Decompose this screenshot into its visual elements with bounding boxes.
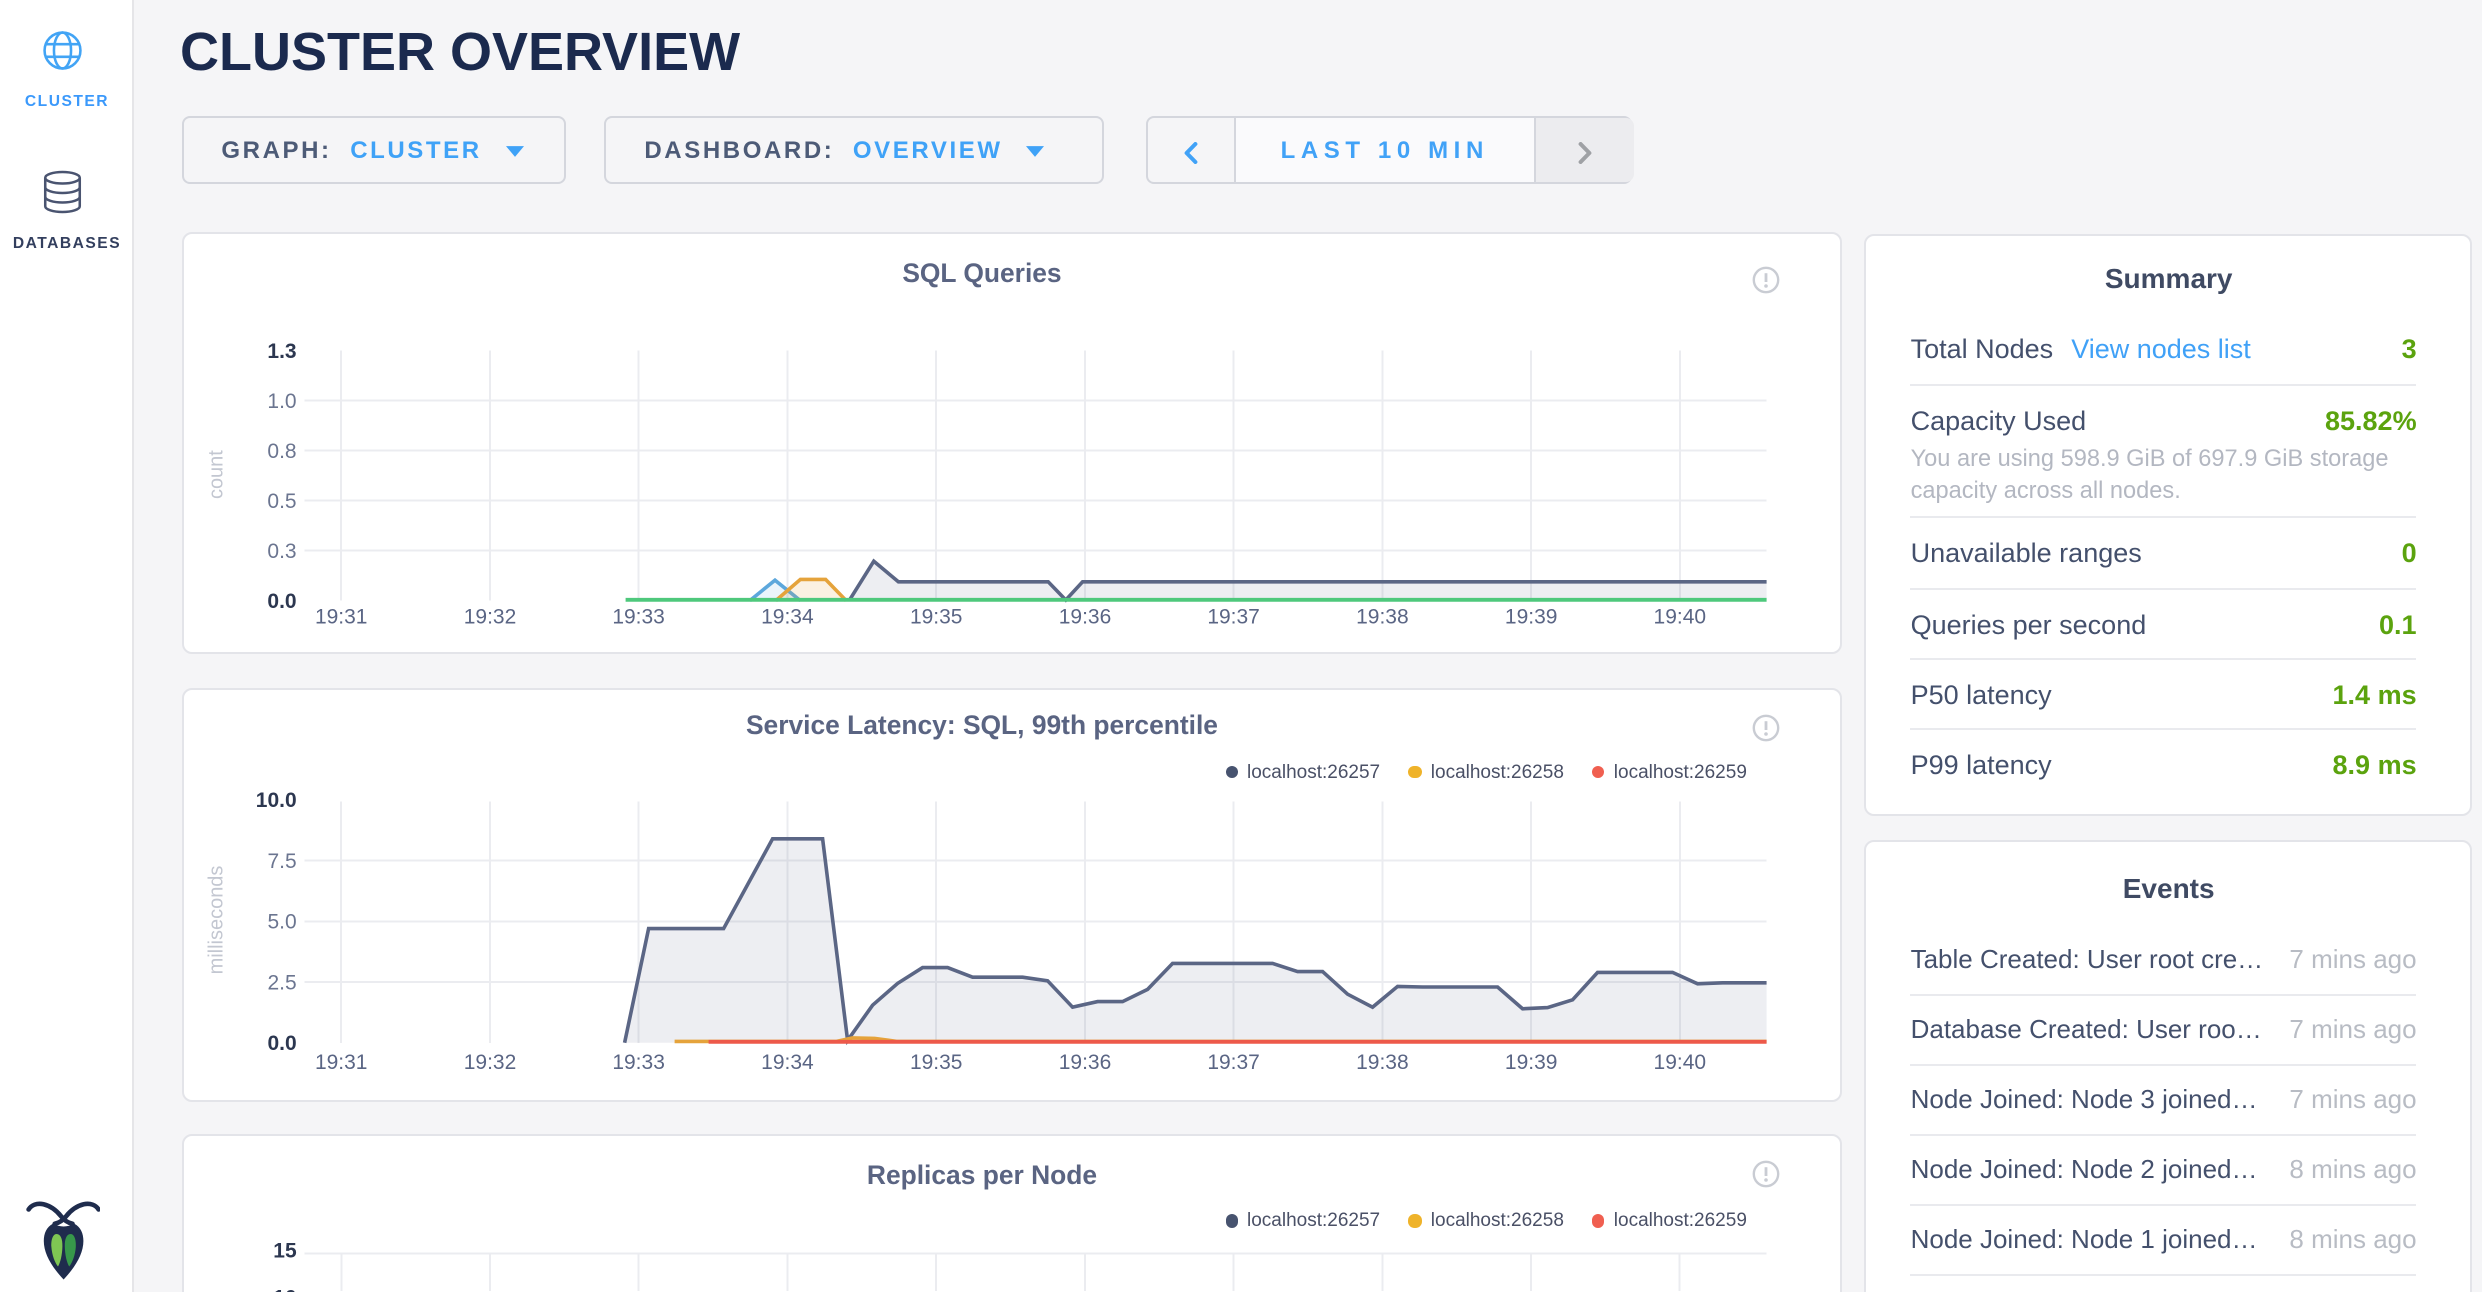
svg-text:0.0: 0.0 xyxy=(267,589,296,612)
svg-text:19:39: 19:39 xyxy=(1504,1051,1557,1074)
svg-text:15: 15 xyxy=(273,1240,297,1263)
svg-text:19:35: 19:35 xyxy=(909,605,962,628)
svg-text:19:31: 19:31 xyxy=(314,605,367,628)
svg-text:19:39: 19:39 xyxy=(1504,605,1557,628)
svg-text:19:32: 19:32 xyxy=(463,1051,516,1074)
svg-text:19:35: 19:35 xyxy=(909,1051,962,1074)
svg-text:7.5: 7.5 xyxy=(267,850,296,873)
svg-text:19:34: 19:34 xyxy=(761,1051,814,1074)
svg-text:19:40: 19:40 xyxy=(1653,605,1706,628)
svg-text:0.8: 0.8 xyxy=(267,439,296,462)
svg-text:19:33: 19:33 xyxy=(612,1051,665,1074)
svg-text:1.3: 1.3 xyxy=(267,339,296,362)
svg-text:10: 10 xyxy=(273,1287,296,1292)
svg-text:19:37: 19:37 xyxy=(1207,1051,1260,1074)
svg-text:19:40: 19:40 xyxy=(1653,1051,1706,1074)
svg-text:5.0: 5.0 xyxy=(267,911,296,934)
svg-text:19:36: 19:36 xyxy=(1058,605,1111,628)
svg-text:count: count xyxy=(205,449,227,498)
svg-text:19:37: 19:37 xyxy=(1207,605,1260,628)
svg-text:19:36: 19:36 xyxy=(1058,1051,1111,1074)
svg-text:19:34: 19:34 xyxy=(761,605,814,628)
svg-text:milliseconds: milliseconds xyxy=(205,866,227,975)
svg-text:19:32: 19:32 xyxy=(463,605,516,628)
svg-text:0.0: 0.0 xyxy=(267,1032,296,1055)
svg-text:19:38: 19:38 xyxy=(1356,1051,1409,1074)
svg-text:19:31: 19:31 xyxy=(314,1051,367,1074)
svg-text:0.3: 0.3 xyxy=(267,539,296,562)
svg-text:10.0: 10.0 xyxy=(255,789,296,812)
svg-text:19:33: 19:33 xyxy=(612,605,665,628)
svg-text:2.5: 2.5 xyxy=(267,971,296,994)
svg-text:0.5: 0.5 xyxy=(267,489,296,512)
svg-text:19:38: 19:38 xyxy=(1356,605,1409,628)
svg-text:1.0: 1.0 xyxy=(267,389,296,412)
